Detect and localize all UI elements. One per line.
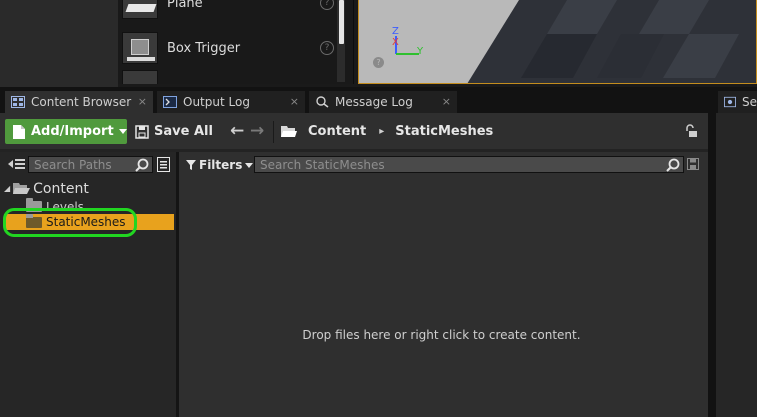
tab-message-log[interactable]: Message Log × [309, 91, 457, 113]
search-paths-placeholder: Search Paths [34, 157, 112, 172]
axis-z-label: Z [392, 26, 399, 37]
save-all-button[interactable]: Save All [131, 119, 219, 144]
chevron-down-icon [118, 129, 127, 134]
add-import-button[interactable]: Add/Import [5, 119, 127, 144]
tab-settings-partial[interactable]: Se [718, 91, 757, 113]
next-item-thumbnail [122, 70, 158, 84]
level-viewport[interactable]: Z X Y ? [358, 0, 757, 84]
breadcrumb-staticmeshes[interactable]: StaticMeshes [395, 124, 493, 139]
search-icon[interactable] [135, 158, 149, 172]
add-import-label: Add/Import [31, 124, 114, 139]
tab-label: Message Log [335, 95, 413, 109]
place-item-box-trigger[interactable]: Box Trigger ? [122, 31, 338, 65]
breadcrumb: Content ▸ StaticMeshes [281, 119, 493, 144]
tab-label: Output Log [183, 95, 250, 109]
tab-label: Se [742, 95, 757, 109]
axis-y-label: Y [417, 46, 424, 57]
folder-open-icon [281, 126, 297, 137]
annotation-highlight-ring [3, 208, 137, 237]
tab-content-browser[interactable]: Content Browser × [5, 91, 153, 113]
left-dock-strip [0, 0, 118, 87]
close-icon[interactable]: × [290, 95, 299, 108]
place-item-plane[interactable]: Plane ? [122, 0, 338, 20]
back-arrow-icon[interactable]: ← [230, 121, 244, 141]
tab-output-log[interactable]: Output Log × [157, 91, 305, 113]
collapse-sources-icon[interactable] [8, 157, 25, 171]
save-all-label: Save All [154, 124, 213, 139]
breadcrumb-content[interactable]: Content [308, 124, 366, 139]
tree-item-label: Content [33, 180, 89, 197]
place-item-label: Plane [167, 0, 203, 11]
new-file-icon [13, 124, 25, 139]
search-icon[interactable] [666, 158, 680, 172]
help-circle-icon[interactable]: ? [320, 41, 334, 55]
search-assets-placeholder: Search StaticMeshes [260, 157, 385, 172]
settings-icon [724, 96, 736, 108]
forward-arrow-icon[interactable]: → [250, 121, 264, 141]
close-icon[interactable]: × [138, 95, 147, 108]
lock-icon[interactable] [684, 124, 698, 138]
filters-label: Filters [199, 158, 243, 172]
expanded-arrow-icon[interactable]: ◢ [4, 184, 10, 193]
asset-view-panel[interactable] [179, 152, 708, 417]
save-icon [135, 124, 149, 139]
folder-open-icon [13, 182, 31, 194]
close-icon[interactable]: × [442, 95, 451, 108]
box-trigger-thumbnail [122, 32, 158, 64]
details-panel-edge [716, 113, 757, 417]
tab-label: Content Browser [31, 95, 132, 109]
filter-icon [186, 160, 196, 170]
breadcrumb-separator-icon[interactable]: ▸ [379, 126, 384, 137]
filters-button[interactable]: Filters [186, 156, 254, 174]
search-assets-input[interactable]: Search StaticMeshes [254, 156, 684, 173]
chevron-down-icon [245, 162, 254, 168]
help-circle-icon[interactable]: ? [320, 0, 334, 10]
viewport-help-icon[interactable]: ? [373, 57, 384, 68]
axis-gizmo: Z X Y [389, 26, 429, 60]
save-search-icon[interactable] [687, 158, 699, 170]
output-log-icon [163, 96, 177, 108]
empty-asset-message: Drop files here or right click to create… [302, 328, 581, 342]
toolbar-divider [273, 121, 274, 143]
content-browser-icon [11, 96, 25, 108]
place-scrollbar-thumb[interactable] [339, 0, 344, 44]
plane-thumbnail [122, 0, 158, 19]
place-item-label: Box Trigger [167, 40, 241, 56]
message-log-icon [316, 96, 329, 108]
tree-item-content[interactable]: ◢ Content [4, 180, 174, 197]
axis-x-label: X [392, 37, 399, 48]
path-view-options-icon[interactable] [157, 157, 170, 172]
